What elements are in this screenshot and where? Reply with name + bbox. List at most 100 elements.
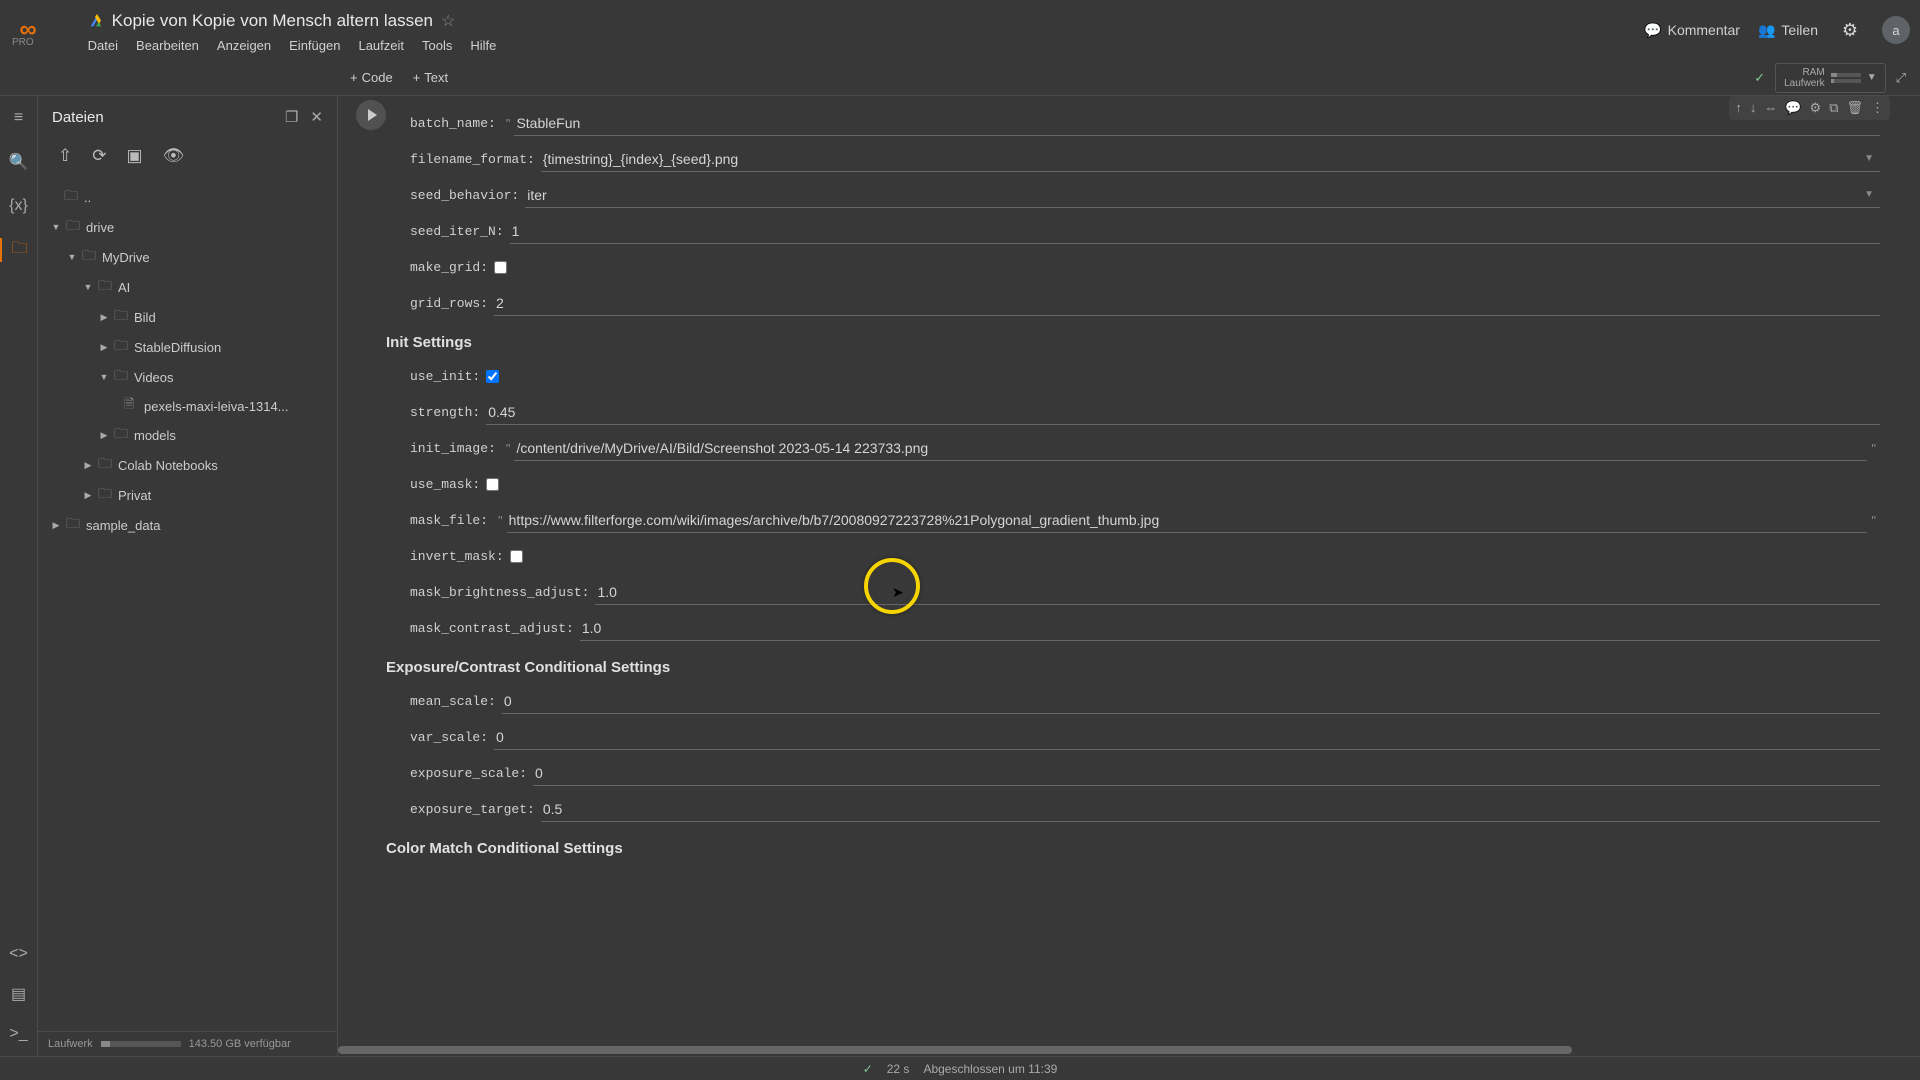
tree-videos[interactable]: ▼🗀Videos (46, 362, 329, 392)
colormatch-heading: Color Match Conditional Settings (386, 840, 1880, 857)
code-snippets-icon[interactable]: <> (7, 942, 31, 966)
star-icon[interactable]: ☆ (441, 11, 455, 31)
exposure-target-input[interactable] (541, 797, 1880, 822)
add-code-button[interactable]: + Code (340, 66, 403, 89)
comment-cell-icon[interactable]: 💬 (1785, 100, 1801, 116)
refresh-icon[interactable]: ⟳ (92, 146, 106, 166)
grid-rows-input[interactable] (494, 291, 1880, 316)
invert-mask-label: invert_mask: (410, 549, 510, 564)
menu-datei[interactable]: Datei (88, 38, 118, 53)
link-icon[interactable]: ⇔ (1764, 100, 1777, 116)
sidebar-title: Dateien (52, 109, 104, 126)
seed-behavior-select[interactable] (525, 183, 1864, 207)
menu-laufzeit[interactable]: Laufzeit (358, 38, 404, 53)
comment-label: Kommentar (1668, 22, 1740, 38)
ram-indicator[interactable]: RAM Laufwerk ▼ (1775, 63, 1885, 93)
disk-free: 143.50 GB verfügbar (189, 1038, 291, 1050)
tree-bild[interactable]: ▶🗀Bild (46, 302, 329, 332)
expand-icon[interactable]: ⤢ (1896, 70, 1906, 86)
tree-drive[interactable]: ▼🗀drive (46, 212, 329, 242)
document-title[interactable]: Kopie von Kopie von Mensch altern lassen (112, 11, 433, 31)
run-cell-button[interactable] (356, 100, 386, 130)
ram-label: RAM (1784, 67, 1825, 78)
command-palette-icon[interactable]: ▤ (7, 982, 31, 1006)
move-down-icon[interactable]: ↓ (1750, 100, 1757, 116)
terminal-icon[interactable]: >_ (7, 1022, 31, 1046)
tree-colab[interactable]: ▶🗀Colab Notebooks (46, 450, 329, 480)
menu-bar: Datei Bearbeiten Anzeigen Einfügen Laufz… (88, 38, 1645, 53)
menu-einfuegen[interactable]: Einfügen (289, 38, 340, 53)
tree-sd[interactable]: ▶🗀StableDiffusion (46, 332, 329, 362)
use-init-label: use_init: (410, 369, 486, 384)
menu-hilfe[interactable]: Hilfe (470, 38, 496, 53)
toolbar: + Code + Text ✓ RAM Laufwerk ▼ ⤢ (0, 60, 1920, 96)
tree-privat[interactable]: ▶🗀Privat (46, 480, 329, 510)
delete-cell-icon[interactable]: 🗑 (1846, 100, 1863, 116)
comment-button[interactable]: 💬Kommentar (1644, 22, 1740, 39)
menu-anzeigen[interactable]: Anzeigen (217, 38, 271, 53)
cell-settings-icon[interactable]: ⚙ (1810, 100, 1822, 116)
hide-icon[interactable]: 👁 (163, 146, 185, 166)
menu-bearbeiten[interactable]: Bearbeiten (136, 38, 199, 53)
settings-icon[interactable]: ⚙ (1836, 16, 1864, 44)
tree-pexels[interactable]: 🗎pexels-maxi-leiva-1314... (46, 392, 329, 420)
status-message: Abgeschlossen um 11:39 (923, 1062, 1057, 1076)
exposure-scale-input[interactable] (533, 761, 1880, 786)
header: ∞ PRO Kopie von Kopie von Mensch altern … (0, 0, 1920, 60)
tree-models[interactable]: ▶🗀models (46, 420, 329, 450)
add-code-label: Code (362, 70, 393, 85)
chevron-down-icon[interactable]: ▼ (1864, 153, 1880, 164)
use-init-checkbox[interactable] (486, 370, 499, 383)
move-up-icon[interactable]: ↑ (1735, 100, 1742, 116)
menu-tools[interactable]: Tools (422, 38, 452, 53)
tree-sample[interactable]: ▶🗀sample_data (46, 510, 329, 540)
mirror-icon[interactable]: ⧉ (1829, 100, 1838, 116)
search-icon[interactable]: 🔍 (7, 150, 31, 174)
share-button[interactable]: 👥Teilen (1758, 22, 1818, 39)
strength-label: strength: (410, 405, 486, 420)
invert-mask-checkbox[interactable] (510, 550, 523, 563)
make-grid-checkbox[interactable] (494, 261, 507, 274)
files-sidebar: Dateien ❐ ✕ ⇧ ⟳ ▣ 👁 🗀.. ▼🗀drive ▼🗀MyDriv… (38, 96, 338, 1056)
mount-drive-icon[interactable]: ▣ (127, 146, 143, 166)
mean-scale-input[interactable] (502, 689, 1880, 714)
mask-file-input[interactable] (507, 508, 1868, 533)
new-window-icon[interactable]: ❐ (285, 108, 298, 126)
batch-name-label: batch_name: (410, 116, 502, 131)
tree-parent[interactable]: 🗀.. (46, 182, 329, 212)
tree-mydrive[interactable]: ▼🗀MyDrive (46, 242, 329, 272)
variables-icon[interactable]: {x} (7, 194, 31, 218)
var-scale-input[interactable] (494, 725, 1880, 750)
init-image-input[interactable] (514, 436, 1867, 461)
chevron-down-icon[interactable]: ▼ (1864, 189, 1880, 200)
exposure-target-label: exposure_target: (410, 802, 541, 817)
files-icon[interactable]: 🗀 (0, 238, 38, 262)
horizontal-scrollbar[interactable] (338, 1046, 1572, 1054)
upload-icon[interactable]: ⇧ (58, 146, 72, 166)
tree-ai[interactable]: ▼🗀AI (46, 272, 329, 302)
menu-icon[interactable]: ≡ (7, 106, 31, 130)
avatar[interactable]: a (1882, 16, 1910, 44)
disk-bar (101, 1041, 181, 1047)
add-text-button[interactable]: + Text (403, 66, 458, 89)
connected-check-icon: ✓ (1754, 70, 1765, 86)
mask-contrast-input[interactable] (580, 616, 1880, 641)
mean-scale-label: mean_scale: (410, 694, 502, 709)
seed-iter-input[interactable] (510, 219, 1880, 244)
notebook-content: ↑ ↓ ⇔ 💬 ⚙ ⧉ 🗑 ⋮ batch_name:" filename_fo… (338, 96, 1920, 1056)
mask-brightness-input[interactable] (595, 580, 1880, 605)
more-icon[interactable]: ⋮ (1871, 100, 1884, 116)
status-check-icon: ✓ (863, 1062, 873, 1076)
strength-input[interactable] (486, 400, 1880, 425)
share-icon: 👥 (1758, 22, 1775, 39)
batch-name-input[interactable] (514, 111, 1880, 136)
use-mask-checkbox[interactable] (486, 478, 499, 491)
filename-format-select[interactable] (541, 147, 1864, 171)
ram-dropdown-icon[interactable]: ▼ (1867, 72, 1877, 83)
file-tree: 🗀.. ▼🗀drive ▼🗀MyDrive ▼🗀AI ▶🗀Bild ▶🗀Stab… (38, 178, 337, 1031)
form-cell: ↑ ↓ ⇔ 💬 ⚙ ⧉ 🗑 ⋮ batch_name:" filename_fo… (338, 96, 1920, 875)
close-sidebar-icon[interactable]: ✕ (310, 108, 323, 126)
use-mask-label: use_mask: (410, 477, 486, 492)
cell-toolbar: ↑ ↓ ⇔ 💬 ⚙ ⧉ 🗑 ⋮ (1729, 96, 1890, 120)
filename-format-label: filename_format: (410, 152, 541, 167)
